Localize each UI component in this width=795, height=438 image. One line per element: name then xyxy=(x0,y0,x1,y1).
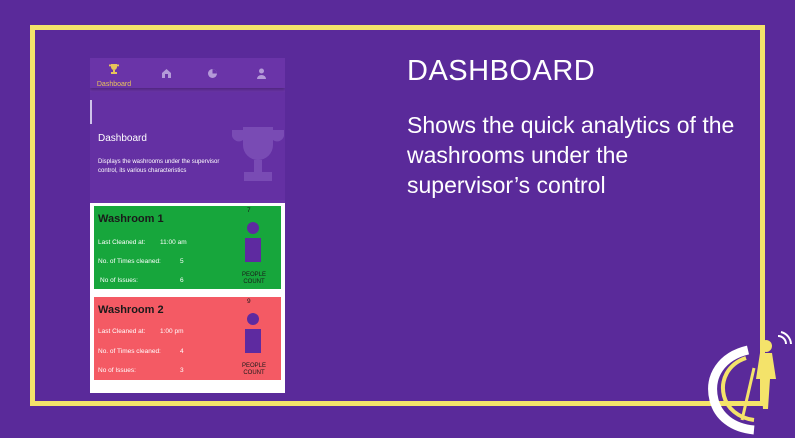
last-cleaned-value: 11:00 am xyxy=(160,239,187,246)
person-icon xyxy=(245,313,261,353)
people-count-label: PEOPLE COUNT xyxy=(241,272,266,285)
times-cleaned-value: 4 xyxy=(180,348,184,355)
trophy-icon xyxy=(232,127,284,181)
nav-tab-dashboard[interactable]: Dashboard xyxy=(94,62,134,88)
last-cleaned-label: Last Cleaned at: xyxy=(98,328,146,335)
top-nav: Dashboard xyxy=(90,58,285,88)
people-count-value: 9 xyxy=(247,298,251,305)
times-cleaned-label: No. of Times cleaned: xyxy=(98,348,161,355)
pie-chart-icon xyxy=(207,69,217,78)
nav-tab-home[interactable] xyxy=(146,66,186,84)
slide-description: Shows the quick analytics of the washroo… xyxy=(407,112,735,198)
home-icon xyxy=(161,69,171,78)
issues-value: 6 xyxy=(180,277,184,284)
janitor-logo xyxy=(708,331,792,435)
user-icon xyxy=(256,68,266,79)
nav-tab-analytics[interactable] xyxy=(192,66,232,84)
person-icon xyxy=(245,222,261,262)
people-count-value: 7 xyxy=(247,207,251,214)
times-cleaned-value: 5 xyxy=(180,258,184,265)
washroom-list: Washroom 1 Last Cleaned at: 11:00 am No.… xyxy=(90,203,285,393)
nav-tab-label: Dashboard xyxy=(96,81,132,88)
nav-tab-profile[interactable] xyxy=(241,66,281,84)
dashboard-title: Dashboard xyxy=(98,133,147,144)
trophy-icon xyxy=(109,64,119,74)
washroom-card[interactable]: Washroom 2 Last Cleaned at: 1:00 pm No. … xyxy=(94,297,281,380)
last-cleaned-label: Last Cleaned at: xyxy=(98,239,146,246)
slide-heading: DASHBOARD xyxy=(407,55,596,87)
scroll-indicator xyxy=(90,100,92,124)
last-cleaned-value: 1:00 pm xyxy=(160,328,184,335)
washroom-name: Washroom 1 xyxy=(98,213,164,225)
issues-label: No of Issues: xyxy=(100,277,138,284)
issues-value: 3 xyxy=(180,367,184,374)
washroom-name: Washroom 2 xyxy=(98,304,164,316)
dashboard-header: Dashboard Displays the washrooms under t… xyxy=(90,92,285,200)
issues-label: No of Issues: xyxy=(98,367,136,374)
times-cleaned-label: No. of Times cleaned: xyxy=(98,258,161,265)
dashboard-description: Displays the washrooms under the supervi… xyxy=(98,159,220,174)
washroom-card[interactable]: Washroom 1 Last Cleaned at: 11:00 am No.… xyxy=(94,206,281,289)
people-count-label: PEOPLE COUNT xyxy=(241,363,266,376)
app-screenshot: Dashboard Dashboard Displays the washroo… xyxy=(90,58,285,393)
